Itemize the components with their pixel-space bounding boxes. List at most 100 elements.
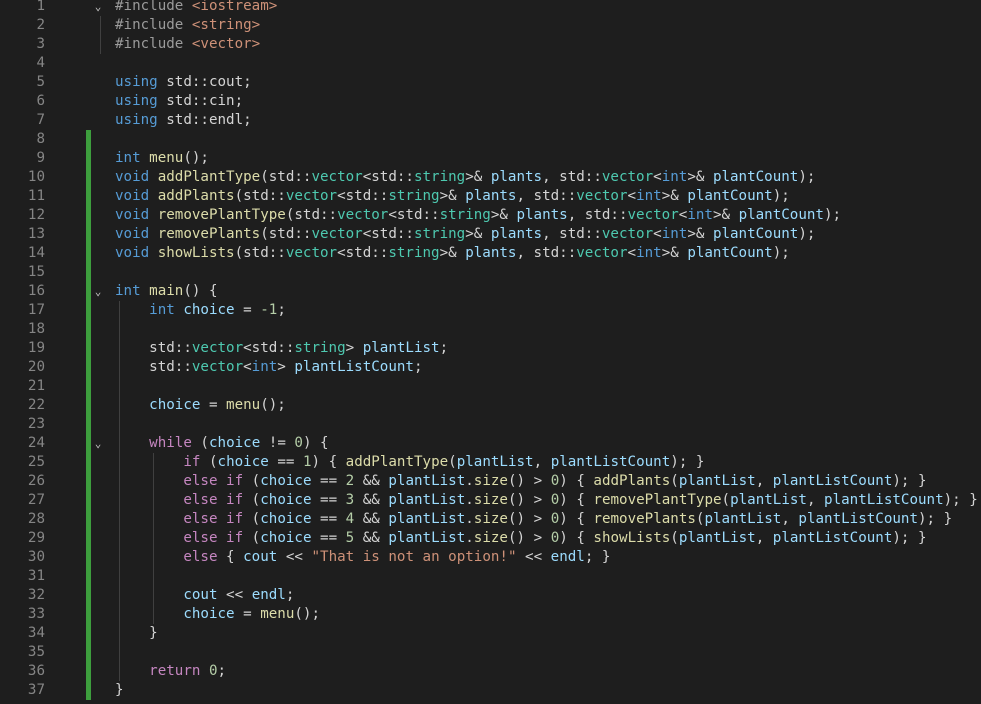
code-line[interactable]: 4 (0, 54, 981, 73)
code-token: vector (576, 245, 628, 261)
code-line[interactable]: 17 int choice = -1; (0, 301, 981, 320)
code-text: cout << endl; (115, 586, 294, 605)
code-line[interactable]: 15 (0, 263, 981, 282)
code-text: else if (choice == 5 && plantList.size()… (115, 529, 926, 548)
code-line[interactable]: 14 void showLists(std::vector<std::string… (0, 244, 981, 263)
code-line[interactable]: 25 if (choice == 1) { addPlantType(plant… (0, 453, 981, 472)
code-token: choice (208, 435, 261, 451)
code-token: >& (687, 169, 713, 185)
line-number: 34 (27, 625, 45, 641)
code-line[interactable]: 5 using std::cout; (0, 73, 981, 92)
code-line[interactable]: 18 (0, 320, 981, 339)
code-token: , std:: (542, 169, 602, 185)
code-line[interactable]: 31 (0, 567, 981, 586)
code-line[interactable]: 10 void addPlantType(std::vector<std::str… (0, 168, 981, 187)
code-line[interactable]: 7 using std::endl; (0, 111, 981, 130)
line-number: 1 (36, 0, 45, 14)
line-number: 30 (27, 549, 45, 565)
code-line[interactable]: 16 ⌄ int main() { (0, 282, 981, 301)
code-text: else if (choice == 2 && plantList.size()… (115, 472, 926, 491)
code-token: 0 (550, 492, 560, 508)
code-token: choice (183, 302, 235, 318)
code-token: ( (191, 435, 209, 451)
line-number: 26 (27, 473, 45, 489)
code-line[interactable]: 27 else if (choice == 3 && plantList.siz… (0, 491, 981, 510)
code-line[interactable]: 37} (0, 681, 981, 700)
code-token: menu (226, 397, 261, 413)
code-line[interactable]: 21 (0, 377, 981, 396)
line-number: 31 (27, 568, 45, 584)
code-line[interactable]: 23 (0, 415, 981, 434)
line-number: 23 (27, 416, 45, 432)
line-number: 21 (27, 378, 45, 394)
code-editor[interactable]: 1 ⌄ #include <iostream> 2 #include <string> 3… (0, 0, 981, 704)
code-token: addPlants (593, 473, 671, 489)
code-token: plantCount (738, 207, 824, 223)
code-line[interactable]: 32 cout << endl; (0, 586, 981, 605)
code-token: vector (191, 359, 244, 375)
line-number: 11 (27, 188, 45, 204)
code-token: plantCount (712, 226, 799, 242)
code-token: plants (490, 169, 543, 185)
code-line[interactable]: 33 choice = menu(); (0, 605, 981, 624)
code-token: plants (490, 226, 543, 242)
code-token: ); (772, 245, 790, 261)
line-number: 14 (27, 245, 45, 261)
code-token: ; (217, 663, 227, 679)
code-line[interactable]: 1 ⌄ #include <iostream> (0, 0, 981, 16)
code-token: vector (337, 207, 389, 223)
modified-line-indicator (86, 377, 91, 396)
modified-line-indicator (86, 586, 91, 605)
code-line[interactable]: 36 return 0; (0, 662, 981, 681)
code-line[interactable]: 13 void removePlants(std::vector<std::str… (0, 225, 981, 244)
code-line[interactable]: 11 void addPlants(std::vector<std::string… (0, 187, 981, 206)
code-line[interactable]: 9 int menu(); (0, 149, 981, 168)
line-number: 12 (27, 207, 45, 223)
code-token: , (755, 530, 773, 546)
code-line[interactable]: 28 else if (choice == 4 && plantList.siz… (0, 510, 981, 529)
code-token: ( (200, 454, 218, 470)
code-token: choice (183, 606, 235, 622)
modified-line-indicator (86, 263, 91, 282)
code-token: (std:: (234, 188, 286, 204)
code-line[interactable]: 34 } (0, 624, 981, 643)
code-token: int (661, 169, 688, 185)
code-line[interactable]: 22 choice = menu(); (0, 396, 981, 415)
code-line[interactable]: 30 else { cout << "That is not an option… (0, 548, 981, 567)
modified-line-indicator (86, 130, 91, 149)
code-line[interactable]: 19 std::vector<std::string> plantList; (0, 339, 981, 358)
code-line[interactable]: 29 else if (choice == 5 && plantList.siz… (0, 529, 981, 548)
code-token: vector (576, 188, 628, 204)
code-line[interactable]: 24 ⌄ while (choice != 0) { (0, 434, 981, 453)
modified-line-indicator (86, 358, 91, 377)
code-token: std:: (166, 93, 209, 109)
code-token: plants (465, 188, 517, 204)
fold-chevron-icon[interactable]: ⌄ (92, 434, 104, 453)
fold-chevron-icon[interactable]: ⌄ (92, 282, 104, 301)
line-number: 10 (27, 169, 45, 185)
modified-line-indicator (86, 605, 91, 624)
code-line[interactable]: 8 (0, 130, 981, 149)
code-token: vector (285, 188, 338, 204)
code-line[interactable]: 3 #include <vector> (0, 35, 981, 54)
line-number: 36 (27, 663, 45, 679)
code-token: . (465, 511, 474, 527)
code-line[interactable]: 26 else if (choice == 2 && plantList.siz… (0, 472, 981, 491)
code-token: endl (550, 549, 585, 565)
code-token: plantList (388, 511, 466, 527)
line-number: 32 (27, 587, 45, 603)
code-token: . (465, 473, 474, 489)
code-line[interactable]: 20 std::vector<int> plantListCount; (0, 358, 981, 377)
code-token: . (465, 492, 474, 508)
fold-chevron-icon[interactable]: ⌄ (92, 0, 104, 16)
code-line[interactable]: 6 using std::cin; (0, 92, 981, 111)
code-token: size (473, 473, 508, 489)
code-line[interactable]: 2 #include <string> (0, 16, 981, 35)
code-line[interactable]: 12 void removePlantType(std::vector<std::… (0, 206, 981, 225)
code-line[interactable]: 35 (0, 643, 981, 662)
code-token: else if (183, 511, 244, 527)
code-token: 3 (345, 492, 355, 508)
